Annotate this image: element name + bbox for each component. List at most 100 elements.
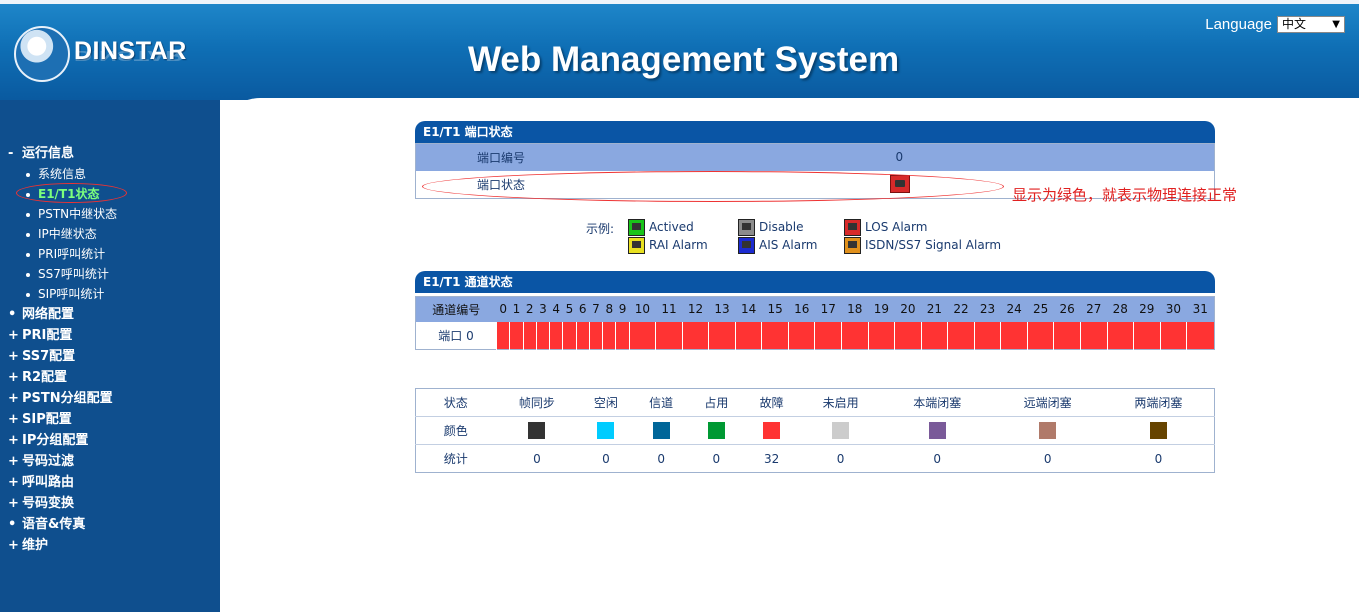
sidebar-group-marker-icon: + [8,538,19,553]
channel-cell-29[interactable] [1133,321,1161,350]
sidebar-group-8[interactable]: + 号码过滤 [8,451,117,472]
channel-cell-13[interactable] [708,321,736,350]
channel-number-27: 27 [1080,296,1107,322]
sidebar-item-label: SS7呼叫统计 [38,267,109,281]
channel-cell-14[interactable] [734,321,762,350]
sidebar-group-0[interactable]: - 运行信息 [8,143,117,164]
bullet-icon [26,212,30,217]
channel-number-22: 22 [947,296,975,322]
channel-number-17: 17 [814,296,842,322]
channel-cell-22[interactable] [947,321,975,350]
sidebar-item-0-4[interactable]: PRI呼叫统计 [8,244,117,264]
sidebar-group-11[interactable]: • 语音&传真 [8,514,117,535]
channel-cell-16[interactable] [787,321,815,350]
channel-number-21: 21 [921,296,948,322]
sidebar-item-0-2[interactable]: PSTN中继状态 [8,204,117,224]
channel-cell-23[interactable] [973,321,1001,350]
sidebar-group-1[interactable]: • 网络配置 [8,304,117,325]
channel-number-12: 12 [682,296,709,322]
sidebar-item-0-3[interactable]: IP中继状态 [8,224,117,244]
stats-color-swatch [832,422,850,439]
sidebar-item-0-5[interactable]: SS7呼叫统计 [8,264,117,284]
channel-cell-2[interactable] [522,321,537,350]
sidebar-item-0-6[interactable]: SIP呼叫统计 [8,284,117,304]
channel-cell-12[interactable] [681,321,709,350]
port-number-value: 0 [615,143,1215,171]
language-select[interactable]: 中文 ▼ [1277,16,1345,33]
stats-color-swatch [597,422,615,439]
channel-cell-4[interactable] [549,321,563,350]
legend-item-5: ISDN/SS7 Signal Alarm [844,236,1001,254]
channel-cell-1[interactable] [509,321,524,350]
sidebar-group-12[interactable]: + 维护 [8,535,117,556]
stats-color-label: 颜色 [415,416,496,445]
channel-cell-31[interactable] [1186,321,1215,350]
channel-cell-10[interactable] [628,321,656,350]
channel-cell-6[interactable] [575,321,590,350]
channel-cell-25[interactable] [1026,321,1054,350]
channel-number-18: 18 [841,296,869,322]
sidebar-group-2[interactable]: + PRI配置 [8,325,117,346]
channel-number-15: 15 [761,296,789,322]
sidebar-group-7[interactable]: + IP分组配置 [8,430,117,451]
channel-cell-20[interactable] [894,321,922,350]
sidebar-group-5[interactable]: + PSTN分组配置 [8,388,117,409]
sidebar-group-9[interactable]: + 呼叫路由 [8,472,117,493]
legend-item-label: Disable [759,220,804,234]
port-status-title: E1/T1 端口状态 [423,125,513,139]
sidebar-group-10[interactable]: + 号码变换 [8,493,117,514]
channel-cell-9[interactable] [615,321,630,350]
sidebar-group-label: SIP配置 [22,412,72,427]
channel-cell-21[interactable] [920,321,948,350]
legend-port-icon [844,237,861,254]
channel-cell-7[interactable] [588,321,603,350]
channel-cell-19[interactable] [867,321,895,350]
channel-number-7: 7 [589,296,603,322]
channel-row-label: 端口 0 [438,328,474,343]
sidebar-group-marker-icon: + [8,433,19,448]
page-title: Web Management System [468,40,900,79]
channel-cell-15[interactable] [761,321,789,350]
stats-color-cell-8 [1102,416,1215,445]
port-status-panel-header: E1/T1 端口状态 [415,121,1215,143]
channel-port-row: 端口 0 [416,321,1215,350]
sidebar-group-label: R2配置 [22,370,68,385]
legend-port-icon [628,237,645,254]
stats-color-cell-4 [743,416,800,445]
channel-cell-18[interactable] [841,321,869,350]
channel-cell-26[interactable] [1053,321,1081,350]
channel-cell-24[interactable] [1000,321,1028,350]
stats-count-8: 0 [1154,451,1163,466]
sidebar-group-marker-icon: - [8,146,14,161]
channel-cell-30[interactable] [1159,321,1187,350]
sidebar-group-label: IP分组配置 [22,433,89,448]
sidebar-item-0-0[interactable]: 系统信息 [8,164,117,184]
channel-cell-27[interactable] [1079,321,1107,350]
channel-number-23: 23 [974,296,1001,322]
channel-cell-17[interactable] [814,321,842,350]
channel-number-25: 25 [1027,296,1054,322]
channel-number-28: 28 [1107,296,1134,322]
channel-cell-5[interactable] [562,321,577,350]
channel-cell-3[interactable] [535,321,550,350]
stats-color-row: 颜色 [415,416,1215,445]
sidebar-group-3[interactable]: + SS7配置 [8,346,117,367]
sidebar-group-label: SS7配置 [22,349,76,364]
sidebar-group-4[interactable]: + R2配置 [8,367,117,388]
bullet-icon [26,252,30,257]
channel-number-8: 8 [602,296,616,322]
channel-number-2: 2 [523,296,537,322]
stats-status-5: 未启用 [799,388,882,417]
stats-color-cell-3 [688,416,744,445]
bullet-icon [26,232,30,237]
legend-port-icon [738,237,755,254]
language-label: Language [1205,16,1272,33]
sidebar-group-label: 号码过滤 [22,454,75,469]
channel-cell-0[interactable] [495,321,510,350]
sidebar-group-6[interactable]: + SIP配置 [8,409,117,430]
stats-count-6: 0 [933,451,942,466]
channel-cell-28[interactable] [1106,321,1134,350]
stats-count-1: 0 [602,451,610,466]
channel-cell-8[interactable] [602,321,616,350]
channel-cell-11[interactable] [655,321,683,350]
